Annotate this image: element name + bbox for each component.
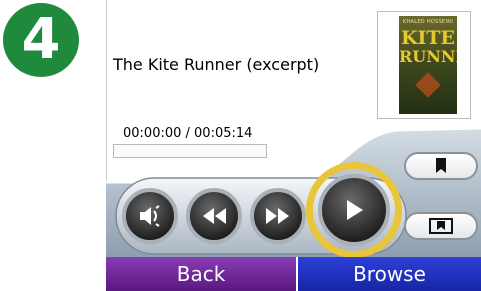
volume-button[interactable] <box>122 188 178 244</box>
step-number-badge: 4 <box>3 3 79 77</box>
bookmark-icon <box>436 158 446 173</box>
play-button[interactable] <box>318 174 390 246</box>
fast-forward-button[interactable] <box>250 188 306 244</box>
control-panel <box>106 126 481 257</box>
speaker-icon <box>140 205 160 227</box>
rewind-icon <box>203 208 226 224</box>
bottom-nav: Back Browse <box>106 257 481 291</box>
bookmarks-list-button[interactable] <box>404 212 478 240</box>
audiobook-player-screen: The Kite Runner (excerpt) 00:00:00 / 00:… <box>106 0 481 291</box>
bookmark-button[interactable] <box>404 152 478 180</box>
play-icon <box>347 200 363 220</box>
fast-forward-icon <box>266 208 289 224</box>
bookmarks-list-icon <box>429 218 453 234</box>
back-button[interactable]: Back <box>106 257 298 291</box>
rewind-button[interactable] <box>186 188 242 244</box>
browse-button[interactable]: Browse <box>298 257 481 291</box>
step-number: 4 <box>21 7 61 72</box>
